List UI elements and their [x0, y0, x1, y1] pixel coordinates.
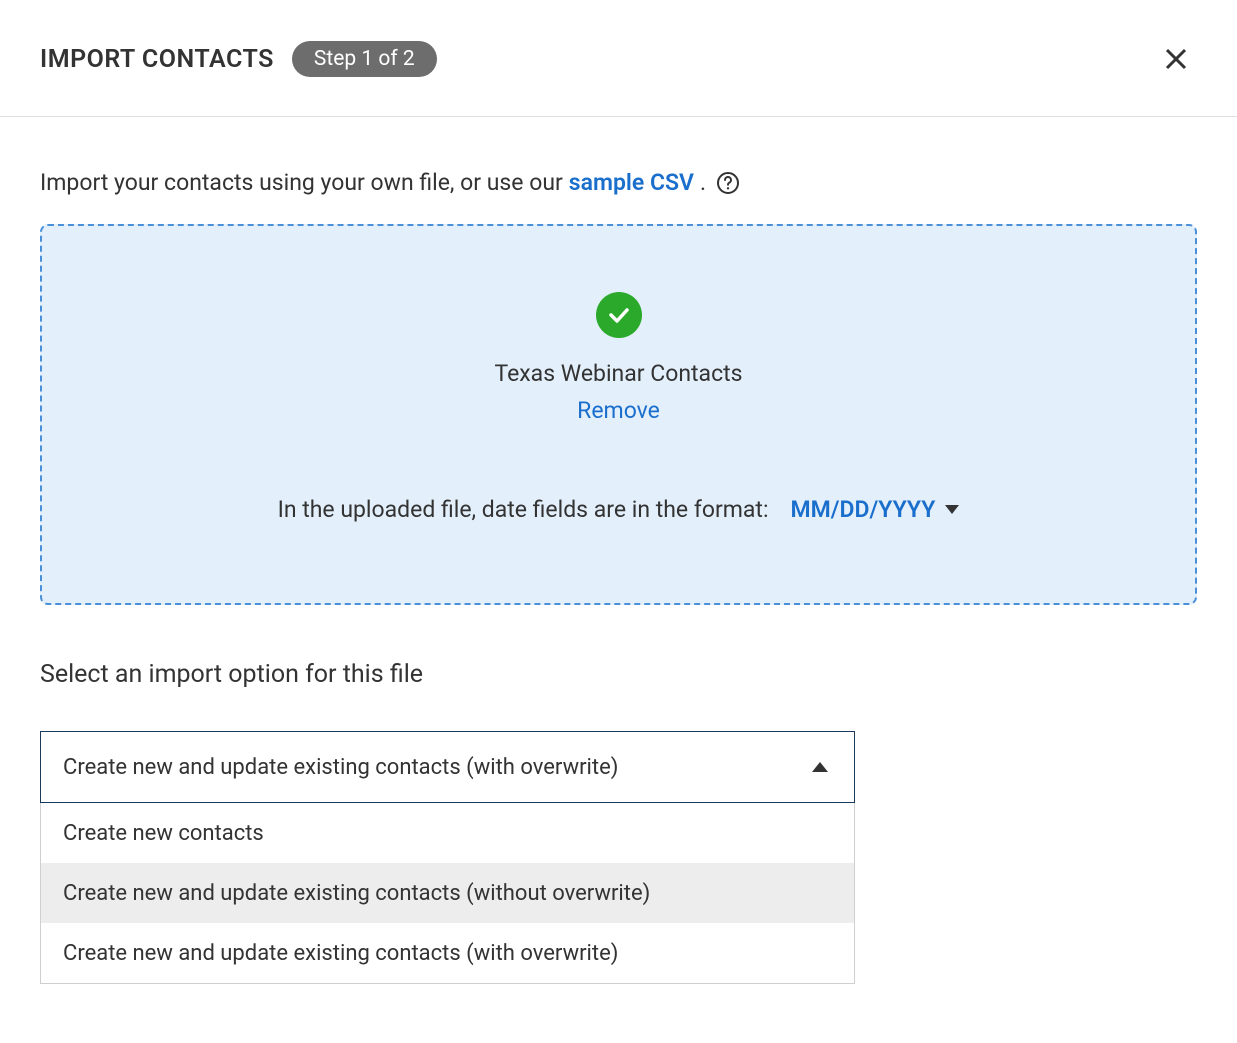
import-option-option[interactable]: Create new and update existing contacts … — [41, 863, 854, 923]
import-option-select-control[interactable]: Create new and update existing contacts … — [40, 731, 855, 803]
help-icon[interactable] — [716, 171, 740, 195]
close-button[interactable] — [1155, 38, 1197, 80]
chevron-down-icon — [945, 505, 959, 514]
upload-success-icon — [596, 292, 642, 338]
modal-header: IMPORT CONTACTS Step 1 of 2 — [0, 0, 1237, 117]
chevron-up-icon — [812, 762, 828, 772]
question-circle-icon — [716, 171, 740, 195]
upload-panel: Texas Webinar Contacts Remove In the upl… — [40, 224, 1197, 605]
date-format-row: In the uploaded file, date fields are in… — [278, 496, 960, 523]
uploaded-file-name: Texas Webinar Contacts — [72, 360, 1165, 387]
option-label: Create new contacts — [63, 821, 264, 846]
date-format-label: In the uploaded file, date fields are in… — [278, 496, 769, 523]
page-title: IMPORT CONTACTS — [40, 45, 274, 74]
header-left: IMPORT CONTACTS Step 1 of 2 — [40, 41, 437, 77]
option-label: Create new and update existing contacts … — [63, 881, 650, 906]
step-badge: Step 1 of 2 — [292, 41, 437, 77]
remove-file-link[interactable]: Remove — [577, 397, 660, 424]
date-format-value: MM/DD/YYYY — [791, 496, 936, 523]
import-option-option[interactable]: Create new and update existing contacts … — [41, 923, 854, 983]
modal-content: Import your contacts using your own file… — [0, 117, 1237, 1024]
date-format-dropdown[interactable]: MM/DD/YYYY — [791, 496, 960, 523]
close-icon — [1165, 48, 1187, 70]
option-label: Create new and update existing contacts … — [63, 941, 618, 966]
import-option-options-list: Create new contacts Create new and updat… — [40, 803, 855, 984]
sample-csv-link[interactable]: sample CSV — [569, 169, 694, 196]
intro-text: Import your contacts using your own file… — [40, 169, 1197, 196]
import-option-selected-value: Create new and update existing contacts … — [63, 755, 618, 780]
import-option-option[interactable]: Create new contacts — [41, 803, 854, 863]
intro-suffix: . — [700, 169, 706, 196]
intro-prefix: Import your contacts using your own file… — [40, 169, 563, 196]
import-option-label: Select an import option for this file — [40, 660, 1197, 689]
check-icon — [606, 302, 632, 328]
import-option-select: Create new and update existing contacts … — [40, 731, 855, 984]
